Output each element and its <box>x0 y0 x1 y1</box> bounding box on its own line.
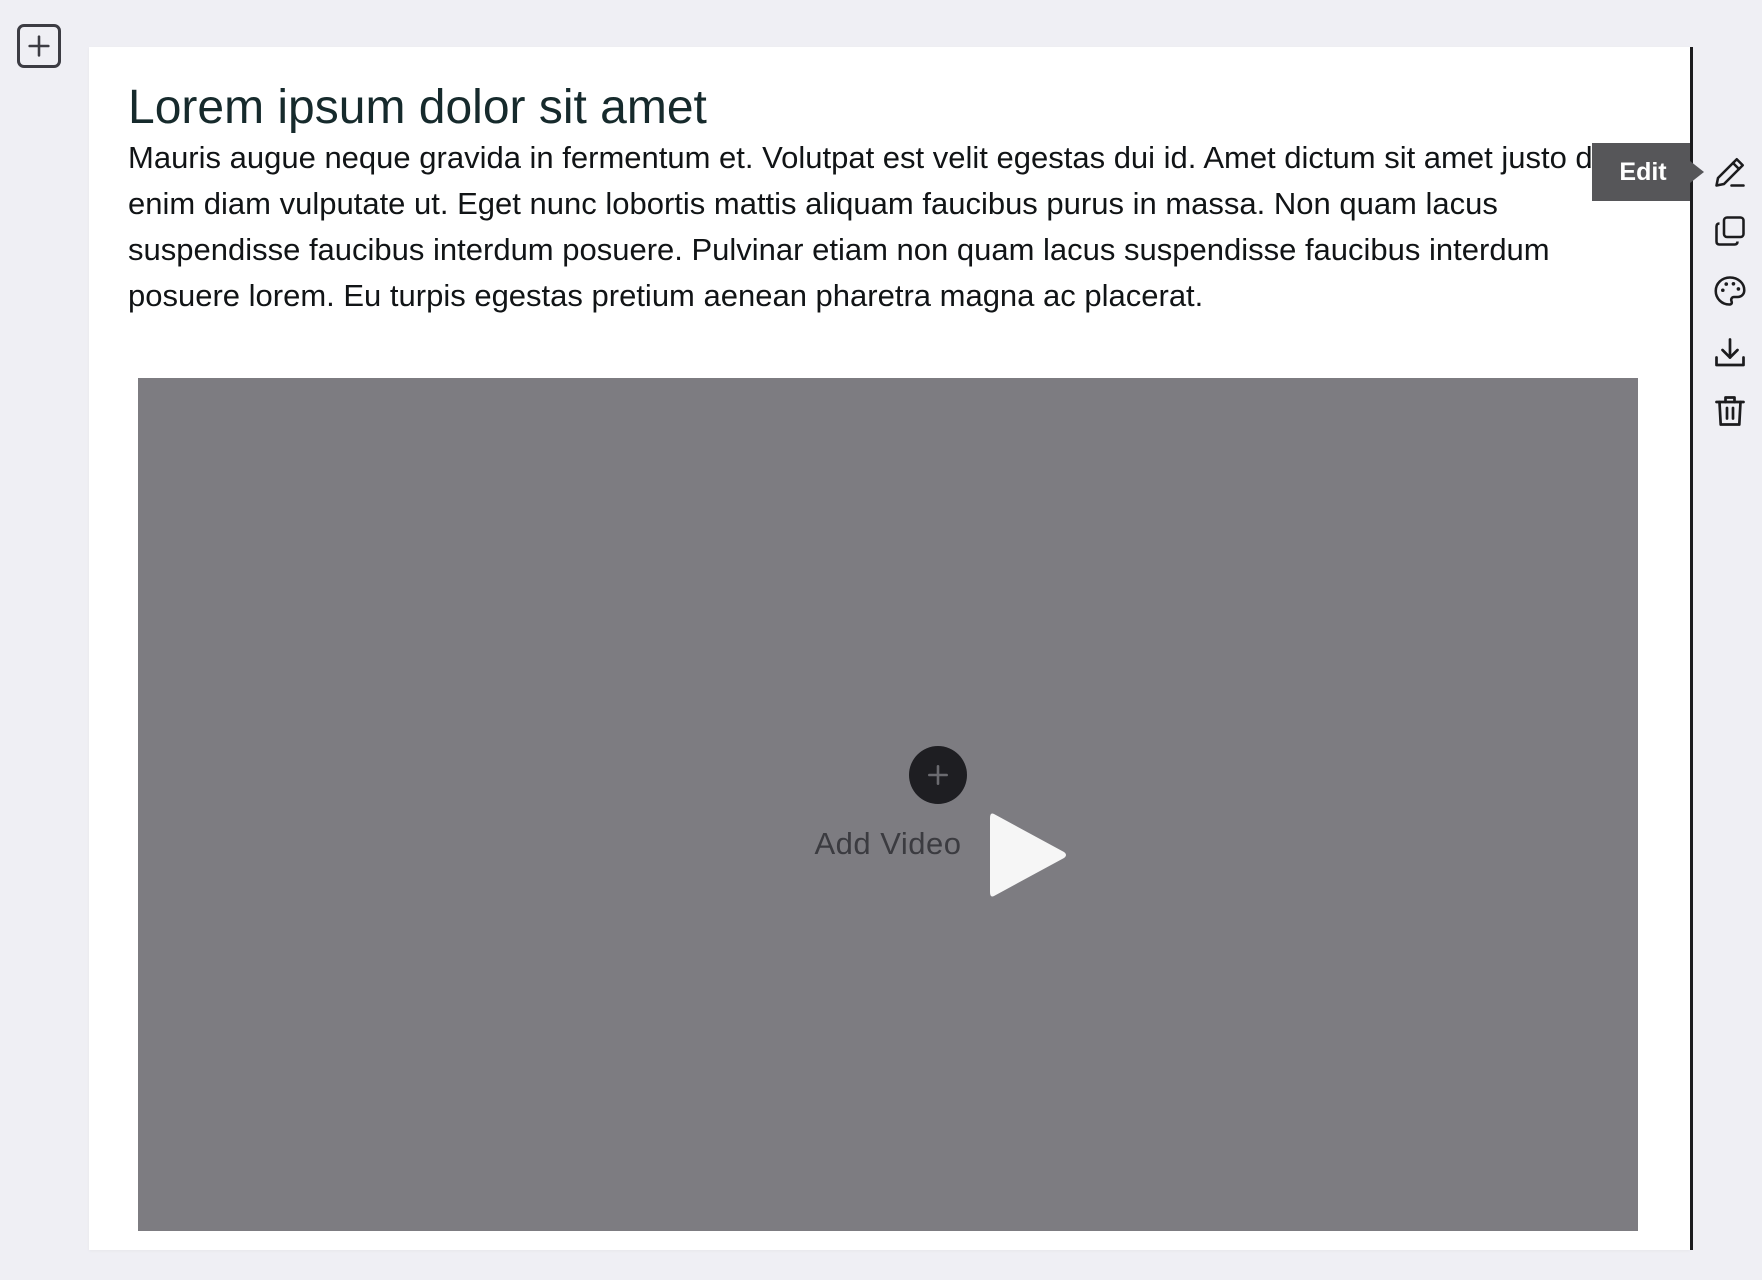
duplicate-icon <box>1715 216 1745 246</box>
pencil-icon <box>1715 157 1745 187</box>
selected-block-edge <box>1690 47 1693 1250</box>
block-title[interactable]: Lorem ipsum dolor sit amet <box>128 80 707 136</box>
video-placeholder[interactable]: Add Video <box>138 378 1638 1231</box>
edit-button[interactable] <box>1710 152 1750 192</box>
content-block[interactable]: Lorem ipsum dolor sit amet Mauris augue … <box>89 47 1690 1250</box>
tooltip-arrow <box>1690 161 1704 183</box>
delete-button[interactable] <box>1710 391 1750 431</box>
add-video-plus-icon[interactable] <box>909 746 967 804</box>
add-video-label[interactable]: Add Video <box>138 826 1638 862</box>
style-button[interactable] <box>1710 271 1750 311</box>
palette-icon <box>1714 276 1746 306</box>
plus-icon <box>28 35 50 57</box>
trash-icon <box>1715 396 1745 426</box>
edit-tooltip: Edit <box>1592 143 1690 201</box>
duplicate-button[interactable] <box>1710 211 1750 251</box>
play-icon <box>990 813 1066 897</box>
download-button[interactable] <box>1710 333 1750 373</box>
add-block-button[interactable] <box>17 24 61 68</box>
download-icon <box>1715 338 1745 367</box>
block-body-text[interactable]: Mauris augue neque gravida in fermentum … <box>128 135 1668 319</box>
